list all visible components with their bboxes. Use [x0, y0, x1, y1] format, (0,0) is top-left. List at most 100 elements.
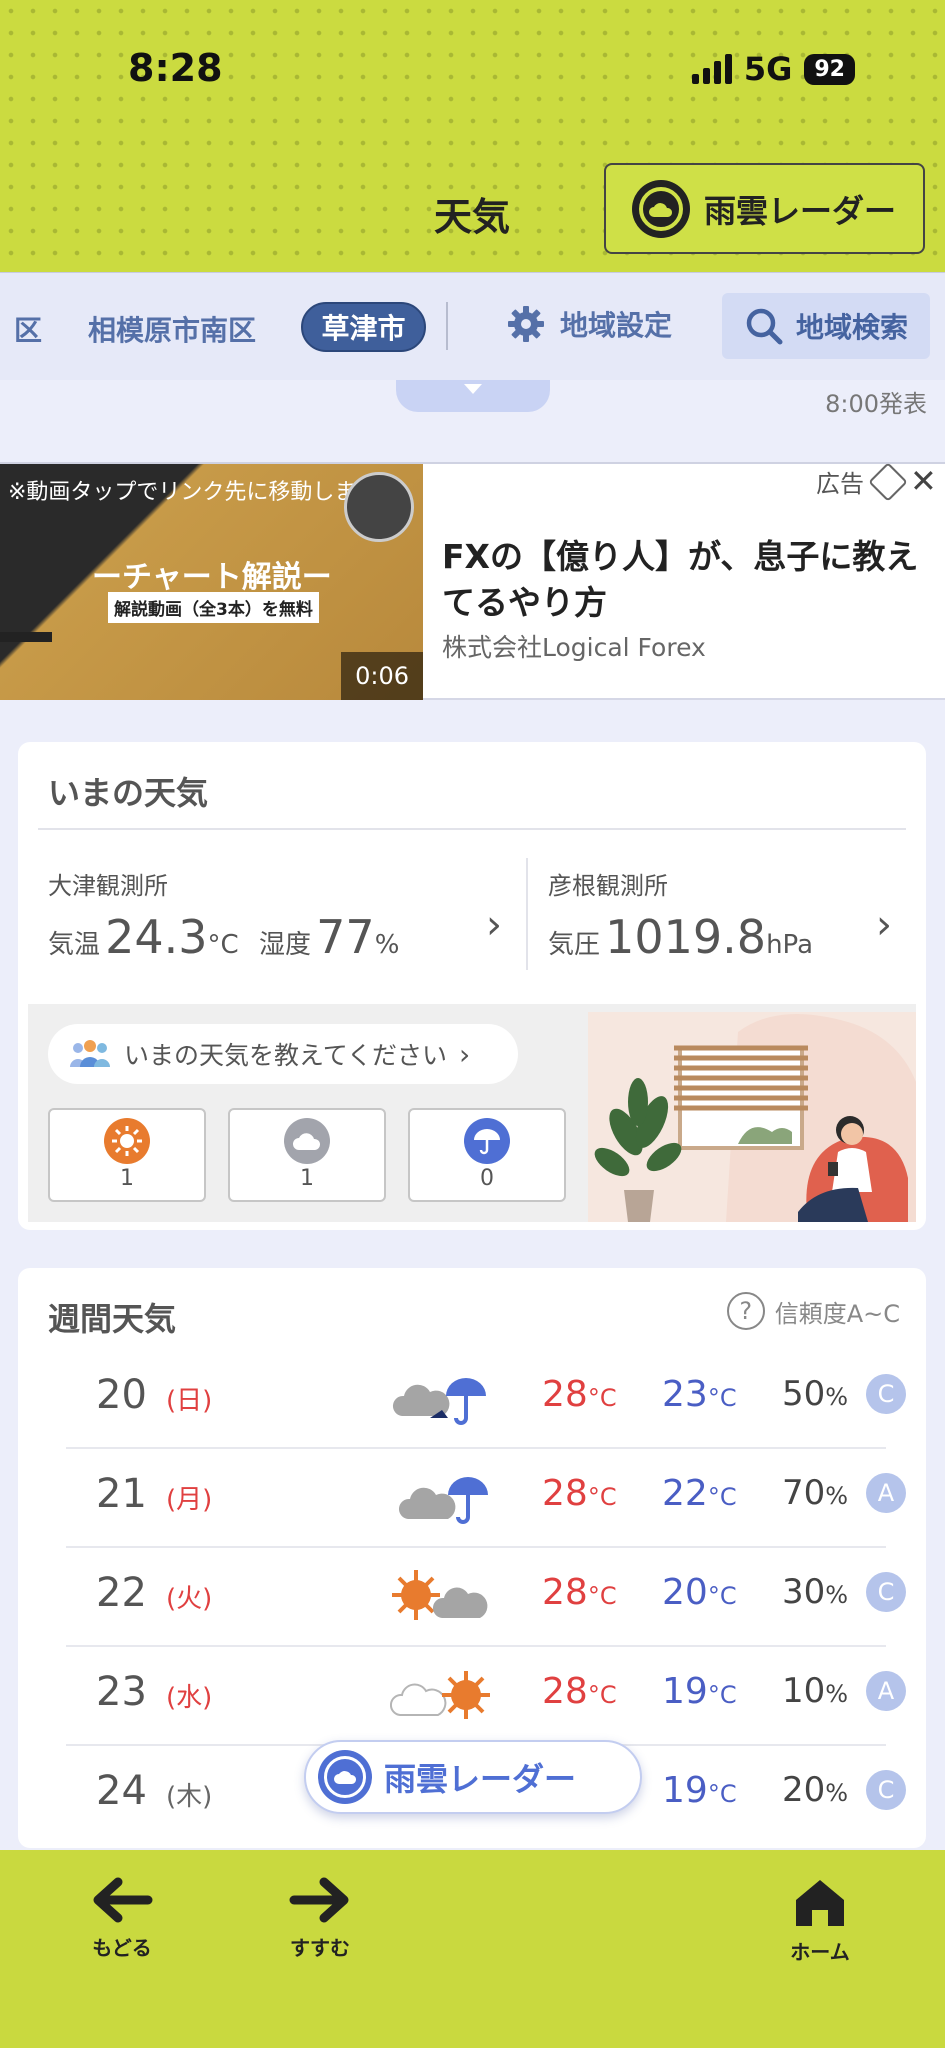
room-illustration — [588, 1012, 916, 1222]
reliability-label: 信頼度A~C — [774, 1299, 900, 1328]
station-hikone-values[interactable]: 気圧 1019.8hPa — [548, 910, 813, 964]
help-icon: ? — [726, 1292, 765, 1330]
reliability-badge: C — [866, 1374, 906, 1414]
reliability-badge: C — [866, 1770, 906, 1810]
vote-cloudy-count: 1 — [300, 1166, 314, 1191]
ad-title[interactable]: FXの【億り人】が、息子に教えてるやり方 — [442, 534, 922, 626]
forecast-date: 22 — [96, 1570, 147, 1616]
forecast-date: 23 — [96, 1669, 147, 1715]
home-icon — [796, 1880, 844, 1926]
station-otsu-name: 大津観測所 — [48, 872, 168, 900]
station-otsu-values[interactable]: 気温 24.3°C 湿度 77% — [48, 910, 399, 964]
arrow-left-icon — [93, 1877, 153, 1923]
forecast-weekday: (火) — [166, 1584, 213, 1614]
rain-radar-button[interactable]: 雨雲レーダー — [604, 163, 925, 254]
radar-icon — [632, 179, 690, 238]
temp-unit: °C — [207, 930, 239, 960]
ad-label: 広告 — [816, 470, 864, 498]
nav-forward-button[interactable]: すすむ — [260, 1876, 380, 1961]
forecast-precip: 10% — [782, 1671, 849, 1711]
sun-icon — [104, 1118, 150, 1164]
nav-forward-label: すすむ — [290, 1936, 350, 1960]
forecast-low: 20°C — [662, 1572, 737, 1613]
sun-cloud-icon — [390, 1564, 500, 1628]
forecast-low: 19°C — [662, 1770, 737, 1811]
ad-avatar — [344, 472, 414, 542]
forecast-weekday: (月) — [166, 1485, 213, 1515]
divider — [38, 828, 906, 830]
page-title: 天気 — [434, 195, 511, 239]
forecast-weekday: (日) — [166, 1386, 213, 1416]
forecast-precip: 50% — [782, 1374, 849, 1414]
forecast-precip: 30% — [782, 1572, 849, 1612]
close-icon[interactable]: ✕ — [910, 462, 937, 500]
forecast-date: 21 — [96, 1471, 147, 1517]
station-hikone-name: 彦根観測所 — [548, 872, 668, 900]
forecast-row[interactable]: 21 (月) 28°C 22°C 70% A — [66, 1449, 906, 1548]
arrow-right-icon — [289, 1877, 349, 1923]
nav-back-button[interactable]: もどる — [62, 1876, 182, 1961]
forecast-precip: 70% — [782, 1473, 849, 1513]
announce-time: 8:00発表 — [825, 390, 927, 418]
floating-rain-radar-button[interactable]: 雨雲レーダー — [304, 1740, 642, 1814]
reliability-help[interactable]: ? 信頼度A~C — [726, 1292, 900, 1330]
ad-sponsor: 株式会社Logical Forex — [442, 633, 706, 662]
vote-sunny-count: 1 — [120, 1166, 134, 1191]
forecast-row[interactable]: 20 (日) 28°C 23°C 50% C — [66, 1350, 906, 1449]
chevron-right-icon[interactable]: › — [876, 902, 892, 948]
region-tab-partial[interactable]: 区 — [14, 309, 42, 349]
forecast-high: 28°C — [542, 1572, 617, 1613]
ad-video-note: ※動画タップでリンク先に移動します — [8, 480, 379, 505]
signal-icon — [691, 54, 732, 84]
forecast-row[interactable]: 23 (水) 28°C 19°C 10% A — [66, 1647, 906, 1746]
ad-decoration — [0, 632, 52, 642]
status-time: 8:28 — [128, 46, 223, 90]
app-header: 8:28 5G 92 天気 雨雲レーダー — [0, 0, 945, 272]
chevron-right-icon[interactable]: › — [486, 902, 502, 948]
gear-icon — [508, 306, 544, 342]
vote-cloudy-button[interactable]: 1 — [228, 1108, 386, 1202]
humidity-label: 湿度 — [259, 930, 312, 960]
current-weather-card: いまの天気 大津観測所 気温 24.3°C 湿度 77% › 彦根観測所 気圧 … — [18, 742, 926, 1230]
ad-banner[interactable]: ※動画タップでリンク先に移動します ーチャート解説ー 解説動画（全3本）を無料 … — [0, 462, 945, 700]
ad-video-title: ーチャート解説ー — [92, 560, 332, 595]
forecast-row[interactable]: 22 (火) 28°C 20°C 30% C — [66, 1548, 906, 1647]
people-icon — [70, 1040, 110, 1067]
cloud-rain-icon — [390, 1465, 500, 1529]
battery-icon: 92 — [804, 53, 855, 85]
status-indicators: 5G 92 — [691, 50, 855, 88]
forecast-weekday: (木) — [166, 1782, 213, 1812]
region-tab-sagamihara[interactable]: 相模原市南区 — [88, 309, 256, 349]
humidity-value: 77 — [316, 910, 375, 964]
region-setting-button[interactable]: 地域設定 — [506, 304, 672, 344]
humidity-unit: % — [374, 930, 400, 960]
cloud-rain-icon — [390, 1366, 500, 1430]
temp-label: 気温 — [48, 930, 101, 960]
floating-rain-radar-label: 雨雲レーダー — [384, 1760, 577, 1798]
nav-home-label: ホーム — [790, 1940, 850, 1964]
rain-radar-label: 雨雲レーダー — [704, 191, 897, 230]
region-divider — [446, 302, 448, 350]
nav-back-label: もどる — [92, 1936, 152, 1960]
ad-video[interactable]: ※動画タップでリンク先に移動します ーチャート解説ー 解説動画（全3本）を無料 … — [0, 464, 423, 700]
cloud-sun-icon — [390, 1663, 500, 1727]
ad-video-subtitle: 解説動画（全3本）を無料 — [108, 592, 319, 623]
cloud-icon — [284, 1118, 330, 1164]
vote-rainy-button[interactable]: 0 — [408, 1108, 566, 1202]
region-search-button[interactable]: 地域検索 — [722, 293, 930, 359]
forecast-date: 24 — [96, 1768, 147, 1814]
weather-report-button[interactable]: いまの天気を教えてください › — [48, 1024, 518, 1084]
region-tab-kusatsu[interactable]: 草津市 — [301, 302, 426, 352]
vote-sunny-button[interactable]: 1 — [48, 1108, 206, 1202]
vote-rainy-count: 0 — [480, 1166, 494, 1191]
forecast-low: 19°C — [662, 1671, 737, 1712]
region-setting-label: 地域設定 — [560, 309, 673, 342]
forecast-high: 28°C — [542, 1374, 617, 1415]
pressure-unit: hPa — [766, 930, 813, 960]
expand-toggle[interactable] — [396, 380, 550, 412]
network-type: 5G — [743, 50, 793, 88]
ad-info-icon[interactable] — [868, 462, 908, 502]
forecast-high: 28°C — [542, 1473, 617, 1514]
nav-home-button[interactable]: ホーム — [760, 1876, 880, 1965]
forecast-low: 22°C — [662, 1473, 737, 1514]
